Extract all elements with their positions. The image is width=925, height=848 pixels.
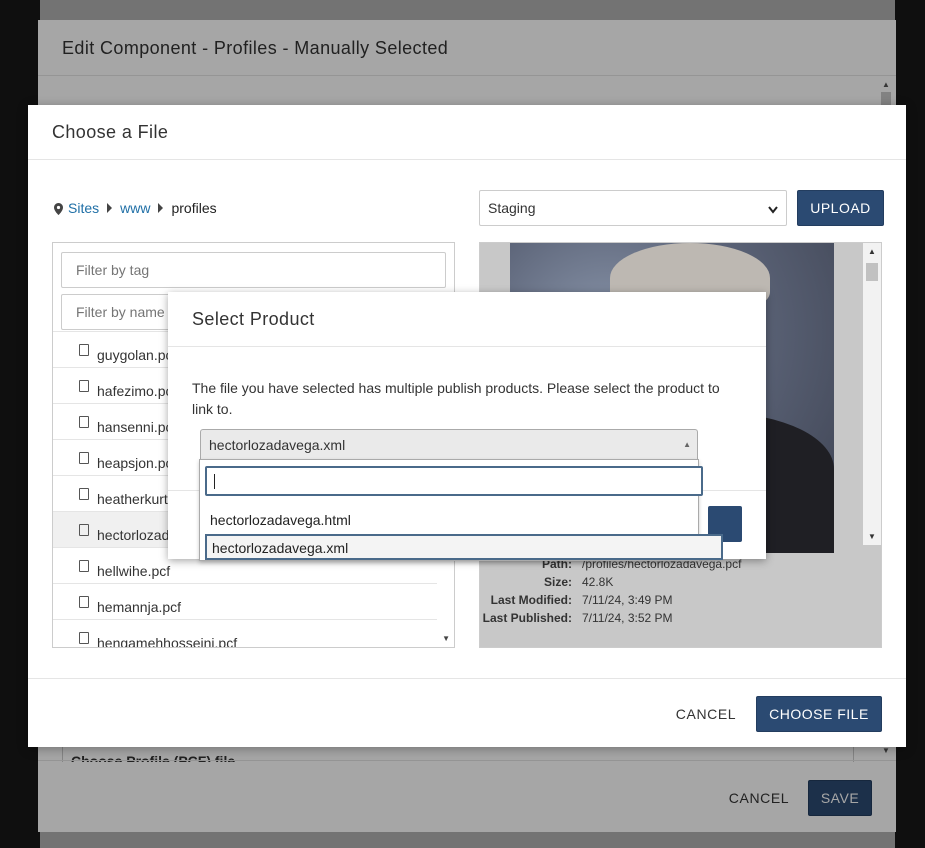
file-icon [79, 523, 89, 536]
file-icon [79, 631, 89, 644]
file-icon [79, 415, 89, 428]
environment-select[interactable]: Staging [479, 190, 787, 226]
scroll-down-icon[interactable]: ▼ [442, 634, 450, 643]
chevron-right-icon [158, 203, 164, 213]
text-cursor [214, 474, 215, 489]
file-list-item[interactable]: hemannja.pcf [53, 583, 437, 619]
product-option[interactable]: hectorlozadavega.html [205, 508, 723, 534]
product-modal-title: Select Product [168, 292, 766, 347]
chevron-down-icon [768, 201, 778, 217]
upload-button[interactable]: UPLOAD [797, 190, 884, 226]
file-icon [79, 559, 89, 572]
file-metadata: Path:/profiles/hectorlozadavega.pcf Size… [480, 555, 880, 627]
file-icon [79, 595, 89, 608]
environment-value: Staging [488, 200, 536, 216]
chevron-up-icon: ▲ [683, 440, 691, 449]
product-option[interactable]: hectorlozadavega.xml [205, 534, 723, 560]
chevron-right-icon [107, 203, 113, 213]
meta-published-value: 7/11/24, 3:52 PM [582, 611, 673, 625]
product-modal-message: The file you have selected has multiple … [192, 380, 720, 417]
file-name: hellwihe.pcf [97, 562, 171, 579]
file-name: hemannja.pcf [97, 598, 182, 615]
filter-by-tag-input[interactable] [61, 252, 446, 288]
choose-modal-title: Choose a File [28, 105, 906, 160]
file-list-item[interactable]: hengamehhosseini.pcf [53, 619, 437, 648]
scroll-up-icon[interactable]: ▲ [868, 247, 876, 256]
breadcrumb-profiles: profiles [171, 200, 217, 216]
choose-cancel-button[interactable]: CANCEL [668, 696, 744, 732]
meta-size-label: Size: [543, 575, 572, 589]
preview-scrollbar[interactable]: ▲ ▼ [863, 243, 881, 545]
product-select[interactable]: hectorlozadavega.xml ▲ [200, 429, 698, 461]
breadcrumb-sites[interactable]: Sites [68, 200, 99, 216]
file-name: guygolan.pcf [97, 346, 177, 363]
file-icon [79, 487, 89, 500]
product-dropdown: hectorlozadavega.html hectorlozadavega.xm… [199, 459, 723, 561]
file-name: hengamehhosseini.pcf [97, 634, 238, 648]
map-pin-icon [54, 202, 63, 215]
file-name: hafezimo.pcf [97, 382, 177, 399]
meta-size-value: 42.8K [582, 575, 614, 589]
file-icon [79, 343, 89, 356]
file-name: heapsjon.pcf [97, 454, 177, 471]
product-search-input[interactable] [205, 466, 703, 496]
breadcrumb: Sites www profiles [54, 200, 217, 216]
meta-modified-label: Last Modified: [490, 593, 572, 607]
choose-modal-footer: CANCEL CHOOSE FILE [28, 678, 906, 747]
product-select-value: hectorlozadavega.xml [209, 437, 346, 453]
scroll-down-icon[interactable]: ▼ [868, 532, 876, 541]
choose-file-button[interactable]: CHOOSE FILE [756, 696, 882, 732]
scroll-thumb[interactable] [866, 263, 878, 281]
file-icon [79, 451, 89, 464]
meta-published-label: Last Published: [482, 611, 572, 625]
file-name: hansenni.pcf [97, 418, 177, 435]
breadcrumb-www[interactable]: www [120, 200, 150, 216]
file-icon [79, 379, 89, 392]
meta-modified-value: 7/11/24, 3:49 PM [582, 593, 673, 607]
